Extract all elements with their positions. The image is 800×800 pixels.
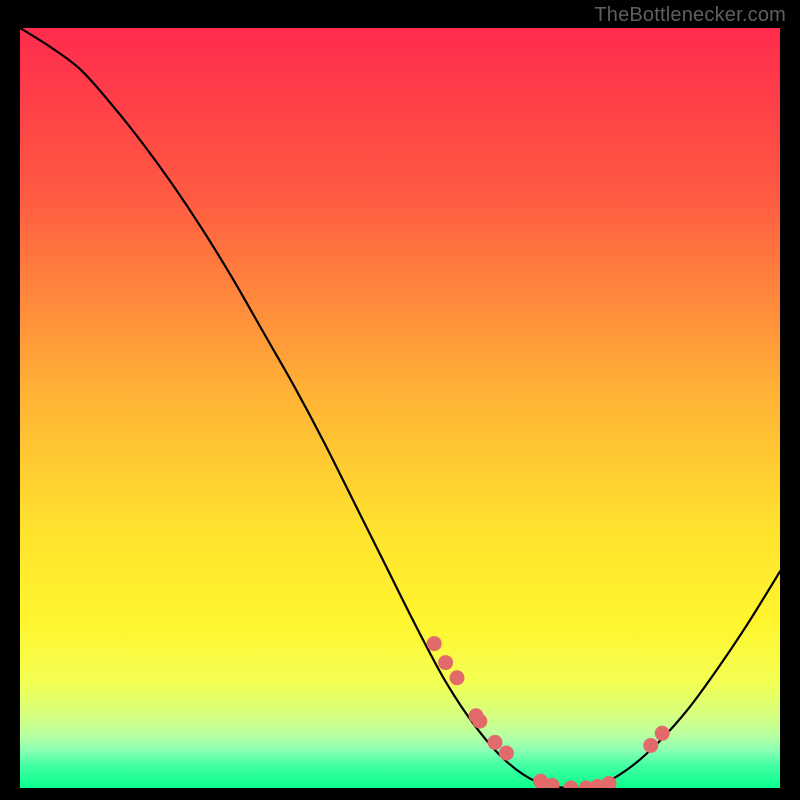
data-marker: [643, 738, 658, 753]
data-marker: [499, 746, 514, 761]
attribution-text: TheBottlenecker.com: [594, 4, 786, 27]
data-marker: [472, 714, 487, 729]
data-marker: [450, 670, 465, 685]
data-marker: [655, 726, 670, 741]
bottleneck-curve: [20, 28, 780, 788]
data-marker: [438, 655, 453, 670]
data-marker: [488, 735, 503, 750]
data-marker: [564, 781, 579, 789]
data-marker: [427, 636, 442, 651]
plot-area: [20, 28, 780, 788]
chart-svg: [20, 28, 780, 788]
chart-frame: TheBottlenecker.com: [0, 0, 800, 800]
